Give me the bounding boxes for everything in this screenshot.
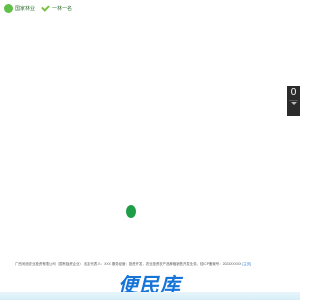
side-floating-widget[interactable]: 0 bbox=[287, 86, 300, 116]
chevron-down-icon[interactable] bbox=[290, 102, 297, 105]
logo-item-secondary[interactable]: 一林一名 bbox=[41, 4, 72, 13]
footer-link[interactable]: [主页] bbox=[242, 262, 251, 266]
bottom-band bbox=[0, 292, 300, 300]
logo-text: 一林一名 bbox=[52, 6, 73, 12]
top-header: 国家林业 一林一名 bbox=[0, 0, 300, 20]
footer-text: 广西河池农业投资有限公司（国有独资企业） 法定代表人：XXX 服务经营：投资开发… bbox=[15, 262, 242, 266]
loading-indicator bbox=[126, 205, 136, 218]
logo-group[interactable]: 国家林业 一林一名 bbox=[4, 4, 72, 13]
side-widget-divider bbox=[289, 100, 298, 101]
side-widget-number: 0 bbox=[290, 87, 297, 98]
check-logo-icon bbox=[41, 4, 50, 13]
logo-text: 国家林业 bbox=[15, 6, 36, 12]
leaf-logo-icon bbox=[4, 4, 13, 13]
footer-info: 广西河池农业投资有限公司（国有独资企业） 法定代表人：XXX 服务经营：投资开发… bbox=[15, 262, 285, 267]
logo-item-forestry[interactable]: 国家林业 bbox=[4, 4, 35, 13]
